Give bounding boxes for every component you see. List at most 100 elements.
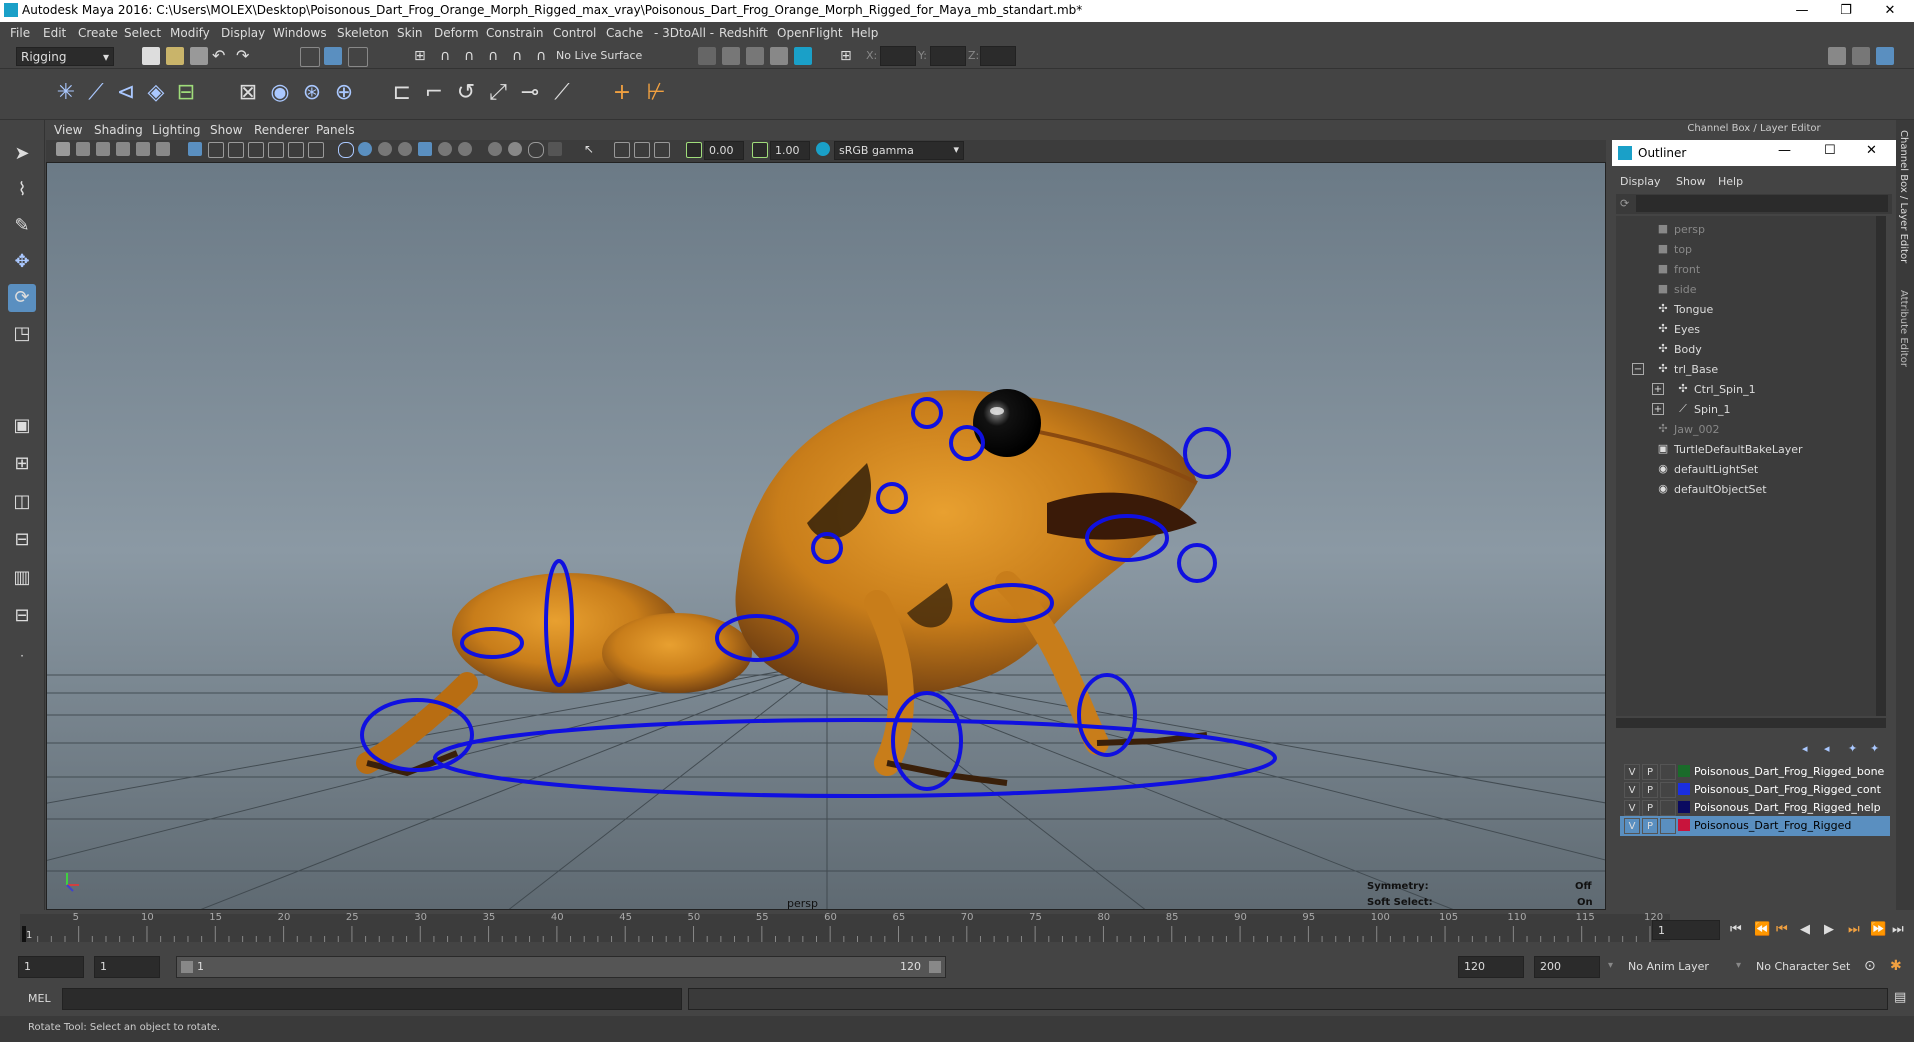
smooth-shade-icon[interactable] [358,142,372,156]
range-bar[interactable]: 1 120 [176,956,946,978]
layer-color-swatch[interactable] [1678,765,1690,777]
command-input[interactable] [62,988,682,1010]
go-to-end-icon[interactable]: ⏭ [1892,922,1904,937]
hypershade-icon[interactable] [794,47,812,65]
select-object-icon[interactable] [324,47,342,65]
outliner-persp-layout-icon[interactable]: ▥ [8,564,36,592]
camera-select-icon[interactable] [56,142,70,156]
safe-title-icon[interactable] [308,142,324,158]
parent-constraint-icon[interactable]: ⊏ [388,79,416,107]
layer-playback-toggle[interactable]: P [1642,782,1658,798]
render-frame-icon[interactable] [722,47,740,65]
viewport-menu-renderer[interactable]: Renderer [254,123,309,137]
menu-skeleton[interactable]: Skeleton [337,26,389,40]
menu-file[interactable]: File [10,26,30,40]
current-frame-field[interactable]: 1 [1652,920,1720,940]
menu-select[interactable]: Select [124,26,161,40]
menu-edit[interactable]: Edit [43,26,66,40]
rotate-tool-icon[interactable]: ⟳ [8,284,36,312]
menu-modify[interactable]: Modify [170,26,210,40]
live-surface-label[interactable]: No Live Surface [556,49,642,62]
lasso-tool-icon[interactable]: ⌇ [8,176,36,204]
layer-playback-toggle[interactable]: P [1642,800,1658,816]
step-back-key-icon[interactable]: ⏮ [1776,922,1788,937]
wire-icon[interactable]: ⊕ [330,79,358,107]
camera-attributes-icon[interactable] [76,142,90,156]
outliner-item[interactable]: ▣ TurtleDefaultBakeLayer [1616,440,1876,460]
outliner-item[interactable]: ◉ defaultLightSet [1616,460,1876,480]
multisample-aa-icon[interactable] [508,142,522,156]
bookmark-icon[interactable] [96,142,110,156]
pole-vector-icon[interactable]: ⟋ [548,79,576,107]
two-pane-side-layout-icon[interactable]: ◫ [8,488,36,516]
step-forward-frame-icon[interactable]: ⏩ [1870,922,1886,937]
orient-constraint-icon[interactable]: ↺ [452,79,480,107]
paint-select-tool-icon[interactable]: ✎ [8,212,36,240]
restore-button[interactable]: ❐ [1824,0,1868,22]
outliner-item[interactable]: ✣ Jaw_002 [1616,420,1876,440]
motion-blur-icon[interactable] [488,142,502,156]
collapse-icon[interactable]: − [1632,363,1644,375]
outliner-hscrollbar[interactable] [1616,718,1886,728]
grid-toggle-icon[interactable] [188,142,202,156]
exposure-icon[interactable] [686,142,702,158]
select-hierarchy-icon[interactable] [300,47,320,67]
layer-playback-toggle[interactable]: P [1642,818,1658,834]
four-pane-layout-icon[interactable]: ⊞ [8,450,36,478]
outliner-menu-show[interactable]: Show [1676,175,1706,188]
film-gate-icon[interactable] [208,142,224,158]
refresh-icon[interactable]: ⟳ [1620,197,1629,210]
outliner-item[interactable]: ✣ Eyes [1616,320,1876,340]
viewport-menu-panels[interactable]: Panels [316,123,355,137]
layout-options-icon[interactable]: · [8,642,36,670]
menu-constrain[interactable]: Constrain [486,26,544,40]
snap-point-icon[interactable]: ∩ [464,47,482,65]
select-tool-icon[interactable]: ➤ [8,140,36,168]
gamma-field[interactable]: 1.00 [770,141,810,160]
expand-icon[interactable]: + [1652,403,1664,415]
anim-layer-dropdown[interactable]: No Anim Layer [1628,960,1709,973]
2d-pan-zoom-icon[interactable] [136,142,150,156]
tab-channel-box[interactable]: Channel Box / Layer Editor [1898,130,1909,263]
step-back-frame-icon[interactable]: ⏪ [1754,922,1770,937]
playback-end-field[interactable]: 120 [1458,956,1524,978]
resolution-gate-icon[interactable] [228,142,244,158]
outliner-menu-help[interactable]: Help [1718,175,1743,188]
outliner-item[interactable]: ■ front [1616,260,1876,280]
smooth-bind-icon[interactable]: ⊟ [172,79,200,107]
aim-constraint-icon[interactable]: ⊸ [516,79,544,107]
scale-constraint-icon[interactable]: ⤢ [484,79,512,107]
layer-visibility-toggle[interactable]: V [1624,800,1640,816]
layer-playback-toggle[interactable]: P [1642,764,1658,780]
outliner-maximize-button[interactable]: ☐ [1824,143,1836,158]
safe-action-icon[interactable] [288,142,304,158]
animation-end-field[interactable]: 200 [1534,956,1600,978]
outliner-scrollbar[interactable] [1876,216,1886,716]
layer-visibility-toggle[interactable]: V [1624,764,1640,780]
menu-control[interactable]: Control [553,26,596,40]
layer-row[interactable]: V P Poisonous_Dart_Frog_Rigged_help [1620,798,1890,818]
range-start-handle[interactable] [181,961,193,973]
time-slider[interactable]: 5 10 15 20 25 30 35 40 45 50 55 60 65 70 75 80 85 90 95 100… [0,912,1914,952]
live-surface-icon[interactable]: ∩ [536,47,554,65]
outliner-item[interactable]: ✣ Tongue [1616,300,1876,320]
wrap-icon[interactable]: ⊛ [298,79,326,107]
cluster-icon[interactable]: ◉ [266,79,294,107]
xray-joints-icon[interactable] [614,142,630,158]
outliner-item[interactable]: ■ top [1616,240,1876,260]
layer-color-swatch[interactable] [1678,801,1690,813]
menu-windows[interactable]: Windows [273,26,327,40]
xray-icon[interactable]: ↖ [584,142,598,156]
point-constraint-icon[interactable]: ⌐ [420,79,448,107]
channel-box-toggle-icon[interactable] [1876,47,1894,65]
mode-dropdown[interactable]: Rigging ▾ [16,47,114,66]
layer-display-type-toggle[interactable] [1660,782,1676,798]
script-editor-icon[interactable]: ▤ [1894,990,1906,1005]
layer-down-icon[interactable]: ◂ [1824,742,1830,755]
menu-skin[interactable]: Skin [397,26,423,40]
snap-view-icon[interactable]: ∩ [488,47,506,65]
exposure-field[interactable]: 0.00 [704,141,744,160]
redo-icon[interactable]: ↷ [236,47,254,65]
color-management-icon[interactable] [816,142,830,156]
outliner-item[interactable]: ◉ defaultObjectSet [1616,480,1876,500]
